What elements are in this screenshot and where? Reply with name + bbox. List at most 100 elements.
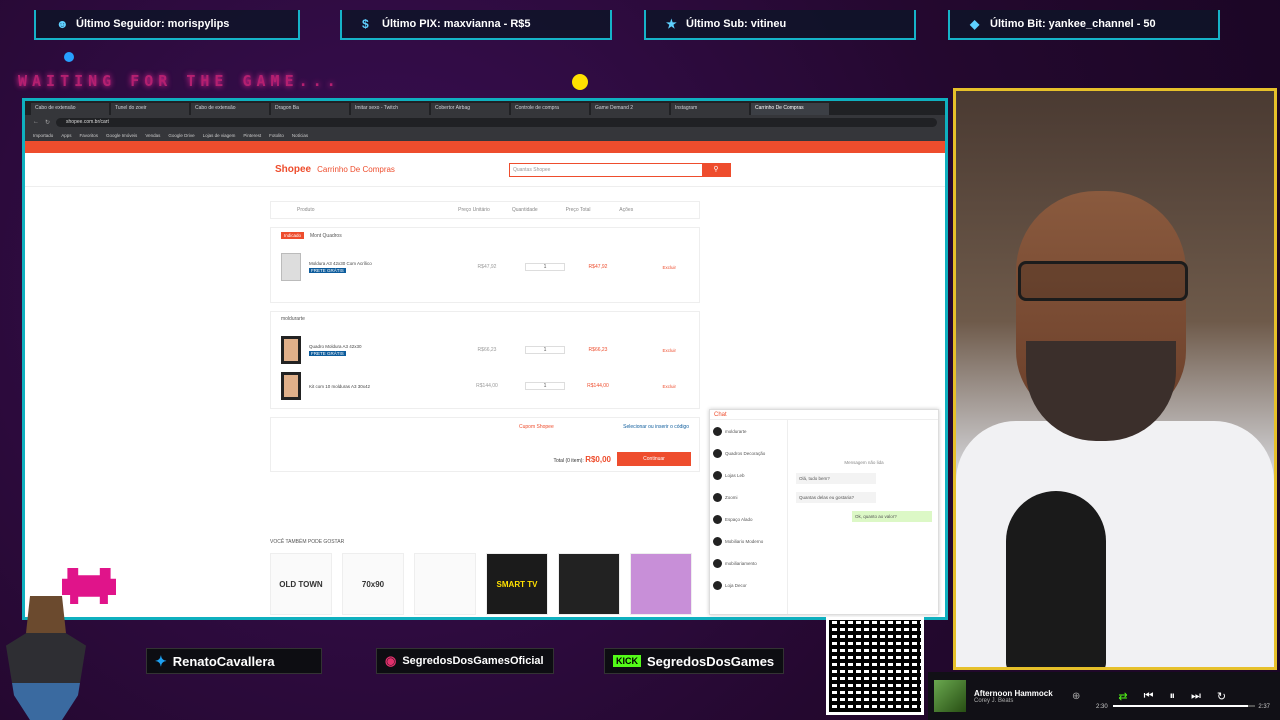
item-total: R$66,23 [588,347,608,353]
bookmark[interactable]: Favoritos [80,133,99,138]
product-thumbnail[interactable] [281,336,301,364]
avatar [713,580,722,590]
browser-tab[interactable]: Imitar sexo - Twitch [351,103,429,115]
browser-tab-active[interactable]: Carrinho De Compras [751,103,829,115]
delete-button[interactable]: Excluir [631,265,676,270]
browser-tab[interactable]: Tunel do zoeir [111,103,189,115]
product-card[interactable]: 70x90 [342,553,404,615]
progress-bar[interactable] [1113,705,1255,707]
shop-name[interactable]: Mont Quadros [310,233,342,239]
col-header: Ações [619,207,634,213]
checkout-button[interactable]: Continuar [617,452,691,466]
product-thumbnail[interactable] [281,253,301,281]
product-card[interactable] [558,553,620,615]
pause-icon[interactable]: ⏸ [1170,690,1176,703]
next-icon[interactable]: ⏭ [1191,690,1201,703]
instagram-icon: ◉ [385,653,397,668]
delete-button[interactable]: Excluir [631,348,676,353]
repeat-icon[interactable]: ↻ [1217,690,1226,703]
previous-icon[interactable]: ⏮ [1144,690,1154,703]
conversation-item[interactable]: Lojas Leb [710,464,787,486]
microphone [1006,491,1106,667]
bookmark[interactable]: Lojas de viagem [203,133,236,138]
follower-alert: ☻ Último Seguidor: morispylips [34,10,300,40]
conversation-item[interactable]: Loja Decor [710,574,787,596]
unit-price: R$144,00 [476,383,498,389]
browser-window: Cabo de extensão Tunel do zoeir Cabo de … [22,98,948,620]
cart: Produto Preço Unitário Quantidade Preço … [270,201,700,472]
cart-header: Produto Preço Unitário Quantidade Preço … [270,201,700,219]
product-card[interactable]: OLD TOWN [270,553,332,615]
product-card[interactable]: SMART TV [486,553,548,615]
alert-text: Último Seguidor: morispylips [76,18,230,30]
coupon-label[interactable]: Cupom Shopee [519,424,554,430]
coupon-link[interactable]: Selecionar ou inserir o código [623,424,689,430]
browser-tab[interactable]: Game Demand 2 [591,103,669,115]
search-bar: Quantas Shopee ⚲ [508,162,731,177]
shipping-tag: FRETE GRÁTIS [309,351,346,356]
cart-item: Quadro Moldura A3 42x30 FRETE GRÁTIS R$6… [281,332,689,368]
elapsed-time: 2:30 [1096,704,1108,710]
shipping-tag: FRETE GRÁTIS [309,268,346,273]
product-description[interactable]: Quadro Moldura A3 42x30 FRETE GRÁTIS [309,344,449,356]
add-icon[interactable]: ⊕ [1072,691,1080,702]
search-input[interactable]: Quantas Shopee [510,164,702,176]
product-card[interactable] [630,553,692,615]
col-header: Produto [297,207,315,213]
handle-text: SegredosDosGamesOficial [402,655,544,667]
bookmark[interactable]: Fotolito [269,133,284,138]
quantity-stepper[interactable]: 1 [525,346,565,354]
tab-strip: Cabo de extensão Tunel do zoeir Cabo de … [25,101,945,115]
bookmark[interactable]: Apps [61,133,71,138]
shop-name[interactable]: moldurarte [281,316,305,322]
address-bar: ← ↻ shopee.com.br/cart [25,115,945,129]
bookmark[interactable]: Importado [33,133,53,138]
conversation-item[interactable]: moldurarte [710,420,787,442]
search-icon[interactable]: ⚲ [701,163,730,176]
reload-icon[interactable]: ↻ [45,119,50,126]
browser-tab[interactable]: Cabo de extensão [31,103,109,115]
product-description[interactable]: Kit com 10 molduras A3 30x42 [309,384,449,389]
product-description[interactable]: Moldura A3 42x30 Com Acrílico FRETE GRÁT… [309,261,449,273]
bookmark[interactable]: Pinterest [243,133,261,138]
back-icon[interactable]: ← [33,119,39,125]
bookmarks-bar: Importado Apps Favoritos Google Imóveis … [25,129,945,141]
shop-block: Indicado Mont Quadros Moldura A3 42x30 C… [270,227,700,303]
recommendations-row: OLD TOWN 70x90 SMART TV [270,553,692,615]
message-bubble: Quantas delas eu gostaria? [796,492,876,503]
col-header: Preço Total [565,207,591,213]
product-card[interactable] [414,553,476,615]
product-thumbnail[interactable] [281,372,301,400]
shuffle-icon[interactable]: ⇄ [1118,690,1127,703]
bit-alert: ◆ Último Bit: yankee_channel - 50 [948,10,1220,40]
conversation-name: Quadros Decoração [725,450,766,456]
music-player: Afternoon Hammock Corey J. Beats ⊕ ⇄ ⏮ ⏸… [928,672,1280,720]
browser-tab[interactable]: Instagram [671,103,749,115]
browser-tab[interactable]: Controle de compra [511,103,589,115]
bookmark[interactable]: Notícias [292,133,308,138]
conversation-item[interactable]: mobiliariamento [710,552,787,574]
browser-tab[interactable]: Cabo de extensão [191,103,269,115]
twitter-icon: ✦ [155,652,167,669]
shop-name-row: moldurarte [281,316,689,322]
avatar [713,536,722,546]
url-field[interactable]: shopee.com.br/cart [56,117,937,127]
delete-button[interactable]: Excluir [631,384,676,389]
product-name: Moldura A3 42x30 Com Acrílico [309,261,372,266]
alert-text: Último PIX: maxvianna - R$5 [382,18,531,30]
browser-tab[interactable]: Cobertor Airbag [431,103,509,115]
conversation-item[interactable]: Zoomi [710,486,787,508]
bookmark[interactable]: Google Drive [168,133,194,138]
conversation-item[interactable]: Quadros Decoração [710,442,787,464]
bookmark[interactable]: Google Imóveis [106,133,137,138]
webcam-feed [953,88,1277,670]
browser-tab[interactable]: Dragon Ba [271,103,349,115]
conversation-item[interactable]: Espaço Alado [710,508,787,530]
quantity-stepper[interactable]: 1 [525,263,565,271]
quantity-stepper[interactable]: 1 [525,382,565,390]
shopee-logo[interactable]: Shopee [275,164,311,175]
bookmark[interactable]: Vendas [145,133,160,138]
shop-name-row: Indicado Mont Quadros [281,232,689,239]
decor-dot [64,52,74,62]
conversation-item[interactable]: Mobiliario Moderno [710,530,787,552]
